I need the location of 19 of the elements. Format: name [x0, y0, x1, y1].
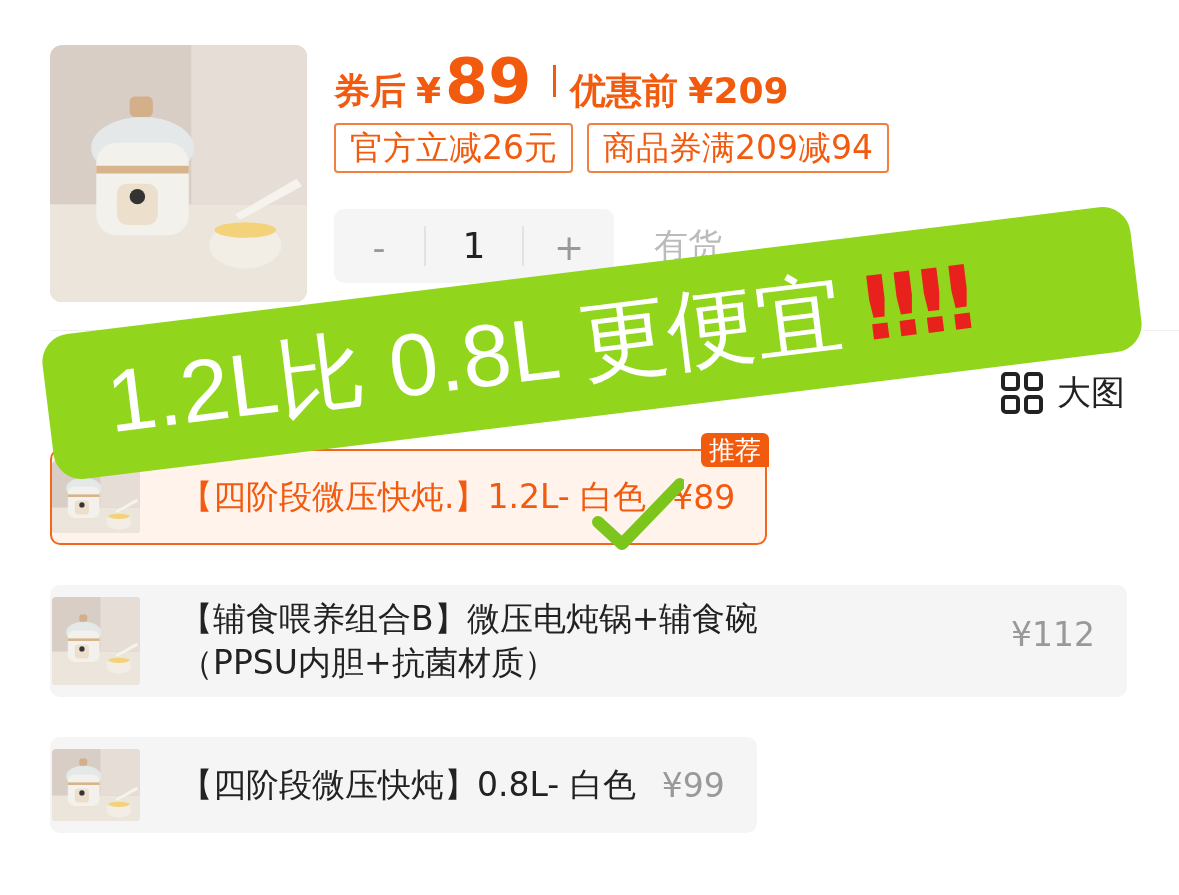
original-price: ¥209 [688, 70, 789, 111]
variant-price: ¥112 [1011, 615, 1095, 654]
currency-symbol: ¥ [416, 70, 442, 111]
variant-option[interactable]: 【辅食喂养组合B】微压电炖锅+辅食碗 （PPSU内胆+抗菌材质） ¥112 [50, 585, 1127, 697]
recommend-badge: 推荐 [701, 433, 770, 467]
exclamation-marks: ‼‼ [857, 245, 980, 361]
large-view-toggle[interactable]: 大图 [1057, 370, 1125, 416]
variant-name: 【四阶段微压快炖.】1.2L- 白色 [180, 476, 647, 518]
original-price-label: 优惠前 [570, 69, 679, 113]
grid-icon[interactable] [1001, 372, 1043, 414]
discount-tag: 官方立减26元 [334, 123, 573, 173]
price-label: 券后 [334, 69, 406, 113]
variant-name: 【辅食喂养组合B】微压电炖锅+辅食碗 （PPSU内胆+抗菌材质） [180, 598, 760, 684]
variant-option[interactable]: 【四阶段微压快炖】0.8L- 白色 ¥99 [50, 737, 757, 833]
coupon-price: 89 [445, 45, 532, 118]
discount-tag: 商品券满209减94 [587, 123, 889, 173]
variant-name: 【四阶段微压快炖】0.8L- 白色 [180, 764, 636, 806]
variant-price: ¥99 [661, 765, 725, 805]
quantity-value: 1 [461, 226, 487, 266]
